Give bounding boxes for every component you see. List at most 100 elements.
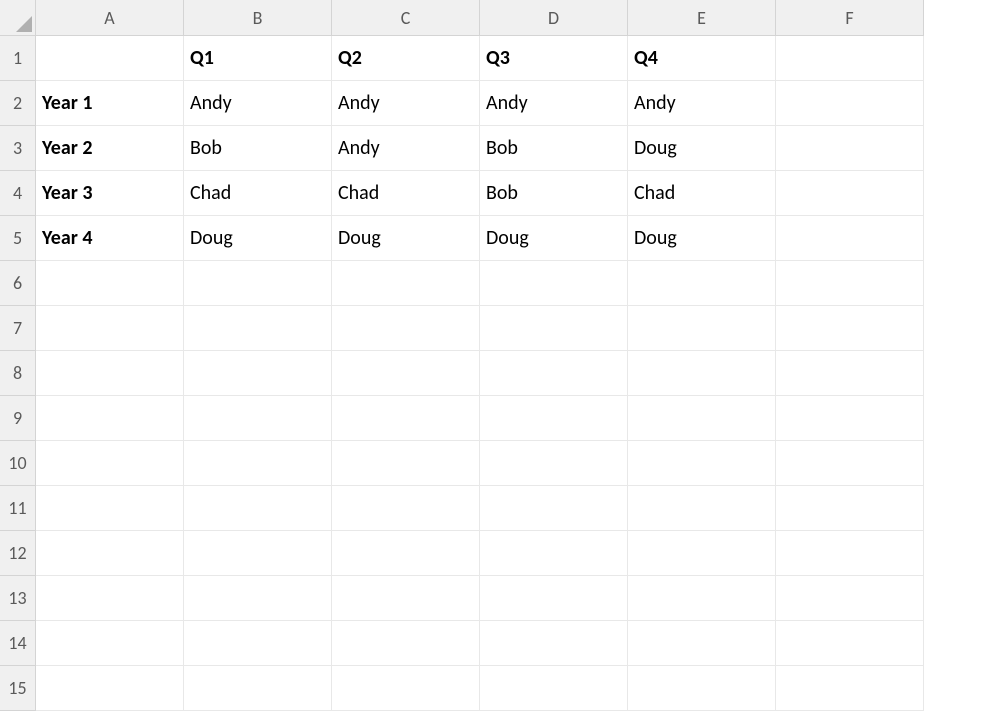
cell-E12[interactable] [628, 531, 776, 576]
cell-E5[interactable]: Doug [628, 216, 776, 261]
cell-F2[interactable] [776, 81, 924, 126]
row-header-5[interactable]: 5 [0, 216, 36, 261]
cell-E13[interactable] [628, 576, 776, 621]
cell-E10[interactable] [628, 441, 776, 486]
cell-D5[interactable]: Doug [480, 216, 628, 261]
row-header-15[interactable]: 15 [0, 666, 36, 711]
cell-D10[interactable] [480, 441, 628, 486]
cell-A6[interactable] [36, 261, 184, 306]
cell-B15[interactable] [184, 666, 332, 711]
cell-B10[interactable] [184, 441, 332, 486]
col-header-F[interactable]: F [776, 0, 924, 36]
cell-C5[interactable]: Doug [332, 216, 480, 261]
cell-A2[interactable]: Year 1 [36, 81, 184, 126]
cell-A5[interactable]: Year 4 [36, 216, 184, 261]
cell-B14[interactable] [184, 621, 332, 666]
row-header-3[interactable]: 3 [0, 126, 36, 171]
cell-A11[interactable] [36, 486, 184, 531]
cell-F5[interactable] [776, 216, 924, 261]
cell-D2[interactable]: Andy [480, 81, 628, 126]
row-header-9[interactable]: 9 [0, 396, 36, 441]
cell-B7[interactable] [184, 306, 332, 351]
cell-F7[interactable] [776, 306, 924, 351]
cell-C14[interactable] [332, 621, 480, 666]
cell-E6[interactable] [628, 261, 776, 306]
cell-C3[interactable]: Andy [332, 126, 480, 171]
cell-E1[interactable]: Q4 [628, 36, 776, 81]
cell-F11[interactable] [776, 486, 924, 531]
cell-C10[interactable] [332, 441, 480, 486]
cell-C12[interactable] [332, 531, 480, 576]
row-header-1[interactable]: 1 [0, 36, 36, 81]
cell-B12[interactable] [184, 531, 332, 576]
cell-E14[interactable] [628, 621, 776, 666]
cell-B11[interactable] [184, 486, 332, 531]
cell-A9[interactable] [36, 396, 184, 441]
cell-D6[interactable] [480, 261, 628, 306]
cell-C11[interactable] [332, 486, 480, 531]
cell-B6[interactable] [184, 261, 332, 306]
col-header-E[interactable]: E [628, 0, 776, 36]
cell-E15[interactable] [628, 666, 776, 711]
col-header-D[interactable]: D [480, 0, 628, 36]
cell-C15[interactable] [332, 666, 480, 711]
cell-B13[interactable] [184, 576, 332, 621]
cell-D1[interactable]: Q3 [480, 36, 628, 81]
cell-C2[interactable]: Andy [332, 81, 480, 126]
cell-C1[interactable]: Q2 [332, 36, 480, 81]
cell-E7[interactable] [628, 306, 776, 351]
cell-C7[interactable] [332, 306, 480, 351]
cell-D8[interactable] [480, 351, 628, 396]
cell-D9[interactable] [480, 396, 628, 441]
cell-B3[interactable]: Bob [184, 126, 332, 171]
cell-D15[interactable] [480, 666, 628, 711]
cell-F9[interactable] [776, 396, 924, 441]
cell-B2[interactable]: Andy [184, 81, 332, 126]
row-header-13[interactable]: 13 [0, 576, 36, 621]
cell-C9[interactable] [332, 396, 480, 441]
row-header-8[interactable]: 8 [0, 351, 36, 396]
cell-D4[interactable]: Bob [480, 171, 628, 216]
row-header-10[interactable]: 10 [0, 441, 36, 486]
row-header-6[interactable]: 6 [0, 261, 36, 306]
cell-B1[interactable]: Q1 [184, 36, 332, 81]
row-header-2[interactable]: 2 [0, 81, 36, 126]
cell-A12[interactable] [36, 531, 184, 576]
cell-E8[interactable] [628, 351, 776, 396]
cell-A15[interactable] [36, 666, 184, 711]
cell-A10[interactable] [36, 441, 184, 486]
row-header-12[interactable]: 12 [0, 531, 36, 576]
col-header-A[interactable]: A [36, 0, 184, 36]
cell-F13[interactable] [776, 576, 924, 621]
cell-F12[interactable] [776, 531, 924, 576]
cell-F8[interactable] [776, 351, 924, 396]
cell-D14[interactable] [480, 621, 628, 666]
cell-B8[interactable] [184, 351, 332, 396]
cell-F10[interactable] [776, 441, 924, 486]
cell-D12[interactable] [480, 531, 628, 576]
row-header-11[interactable]: 11 [0, 486, 36, 531]
cell-C8[interactable] [332, 351, 480, 396]
cell-F3[interactable] [776, 126, 924, 171]
cell-A1[interactable] [36, 36, 184, 81]
cell-F1[interactable] [776, 36, 924, 81]
cell-A7[interactable] [36, 306, 184, 351]
cell-F4[interactable] [776, 171, 924, 216]
cell-F14[interactable] [776, 621, 924, 666]
cell-B5[interactable]: Doug [184, 216, 332, 261]
cell-C4[interactable]: Chad [332, 171, 480, 216]
cell-D7[interactable] [480, 306, 628, 351]
cell-A4[interactable]: Year 3 [36, 171, 184, 216]
row-header-4[interactable]: 4 [0, 171, 36, 216]
cell-E11[interactable] [628, 486, 776, 531]
cell-A14[interactable] [36, 621, 184, 666]
col-header-B[interactable]: B [184, 0, 332, 36]
cell-E4[interactable]: Chad [628, 171, 776, 216]
cell-A13[interactable] [36, 576, 184, 621]
cell-F6[interactable] [776, 261, 924, 306]
cell-D13[interactable] [480, 576, 628, 621]
row-header-7[interactable]: 7 [0, 306, 36, 351]
cell-C6[interactable] [332, 261, 480, 306]
cell-E9[interactable] [628, 396, 776, 441]
cell-D11[interactable] [480, 486, 628, 531]
